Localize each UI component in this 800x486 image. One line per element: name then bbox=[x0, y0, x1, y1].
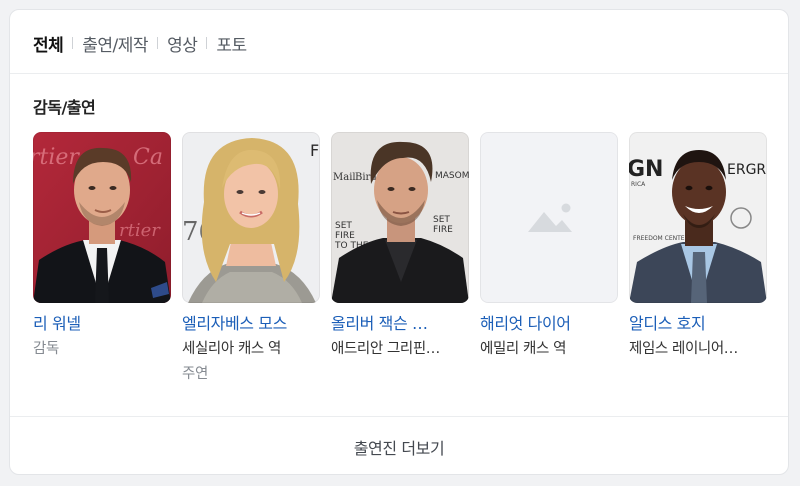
person-role: 애드리안 그리핀… bbox=[331, 341, 440, 357]
person-role-type: 주연 bbox=[182, 366, 208, 382]
svg-text:GN: GN bbox=[629, 157, 663, 182]
aldis-hodge-photo: GN ERGR RICA FREEDOM CENTER bbox=[629, 132, 767, 303]
person-role: 에밀리 캐스 역 bbox=[480, 341, 567, 357]
svg-text:Mail: Mail bbox=[333, 172, 356, 183]
svg-text:Ca: Ca bbox=[133, 145, 163, 170]
tab-bar: 전체 출연/제작 영상 포토 bbox=[33, 31, 247, 56]
person-photo[interactable]: Mail Bird MASOMIS SET FIRE TO THE SET FI… bbox=[331, 132, 469, 303]
person-name[interactable]: 리 워넬 bbox=[33, 313, 171, 335]
svg-text:rtier: rtier bbox=[33, 145, 80, 170]
svg-text:FIRE: FIRE bbox=[433, 225, 453, 235]
person-card: 해리엇 다이어 에밀리 캐스 역 bbox=[480, 132, 618, 359]
svg-text:ERGR: ERGR bbox=[727, 162, 766, 178]
person-card: 76 F 엘리자베스 모스 세실리아 캐스 역 주연 bbox=[182, 132, 320, 384]
person-name[interactable]: 올리버 잭슨 … bbox=[331, 313, 469, 335]
person-name[interactable]: 해리엇 다이어 bbox=[480, 313, 618, 335]
tab-photo[interactable]: 포토 bbox=[216, 31, 247, 56]
person-name[interactable]: 엘리자베스 모스 bbox=[182, 313, 320, 335]
svg-text:rtier: rtier bbox=[119, 220, 161, 241]
tab-separator bbox=[157, 37, 159, 49]
elisabeth-moss-photo: 76 F bbox=[182, 132, 320, 303]
person-card: rtier Ca rtier 리 워넬 감독 bbox=[33, 132, 171, 359]
leigh-whannell-photo: rtier Ca rtier bbox=[33, 132, 171, 303]
person-photo[interactable]: 76 F bbox=[182, 132, 320, 303]
oliver-jackson-photo: Mail Bird MASOMIS SET FIRE TO THE SET FI… bbox=[331, 132, 469, 303]
person-name[interactable]: 알디스 호지 bbox=[629, 313, 767, 335]
person-photo[interactable] bbox=[480, 132, 618, 303]
tab-divider bbox=[10, 73, 788, 74]
svg-text:FREEDOM CENTER: FREEDOM CENTER bbox=[633, 235, 689, 242]
tab-cast-production[interactable]: 출연/제작 bbox=[82, 31, 148, 56]
tab-all[interactable]: 전체 bbox=[33, 31, 64, 56]
section-title: 감독/출연 bbox=[33, 98, 96, 117]
tab-video[interactable]: 영상 bbox=[167, 31, 198, 56]
svg-text:SET: SET bbox=[433, 215, 450, 225]
person-photo[interactable]: GN ERGR RICA FREEDOM CENTER bbox=[629, 132, 767, 303]
more-cast-button[interactable]: 출연진 더보기 bbox=[10, 417, 788, 474]
svg-text:MASOMIS: MASOMIS bbox=[435, 171, 469, 181]
person-photo[interactable]: rtier Ca rtier bbox=[33, 132, 171, 303]
placeholder-photo bbox=[480, 132, 618, 303]
person-card: Mail Bird MASOMIS SET FIRE TO THE SET FI… bbox=[331, 132, 469, 359]
cast-card: 전체 출연/제작 영상 포토 감독/출연 rtier Ca rtier 리 워넬… bbox=[9, 9, 789, 475]
person-role: 감독 bbox=[33, 341, 59, 357]
person-role: 세실리아 캐스 역 bbox=[182, 341, 281, 357]
person-role: 제임스 레이니어… bbox=[629, 341, 738, 357]
svg-text:SET: SET bbox=[335, 221, 352, 231]
svg-text:F: F bbox=[310, 141, 319, 160]
tab-separator bbox=[72, 37, 74, 49]
tab-separator bbox=[206, 37, 208, 49]
svg-text:RICA: RICA bbox=[631, 181, 646, 188]
person-card: GN ERGR RICA FREEDOM CENTER 알디스 호지 제임스 레… bbox=[629, 132, 767, 359]
svg-text:FIRE: FIRE bbox=[335, 231, 355, 241]
